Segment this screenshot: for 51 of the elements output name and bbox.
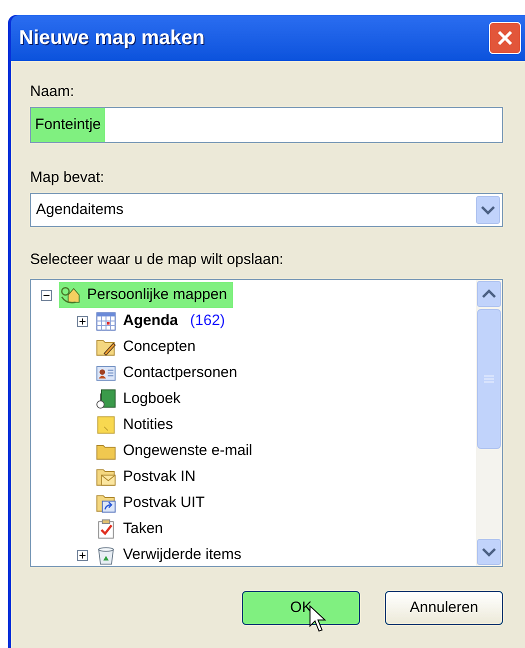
folder-arrow-icon bbox=[95, 492, 117, 514]
tree-item[interactable]: Postvak IN bbox=[95, 464, 202, 490]
tree-item[interactable]: Agenda (162) bbox=[95, 308, 232, 334]
field-value: Fonteintje bbox=[31, 108, 105, 142]
expand-icon[interactable] bbox=[76, 316, 88, 326]
tree-item[interactable]: Persoonlijke mappen bbox=[59, 282, 234, 308]
clipboard-check-icon bbox=[95, 518, 117, 540]
name-input-field[interactable]: Fonteintje bbox=[30, 107, 503, 143]
close-button[interactable] bbox=[489, 22, 521, 54]
field-label: Map bevat: bbox=[30, 168, 106, 188]
tree-item-label: Ongewenste e-mail bbox=[123, 440, 252, 461]
item-count: (162) bbox=[190, 310, 226, 331]
contents-dropdown[interactable]: Agendaitems bbox=[30, 193, 503, 227]
tree-item-label: Postvak IN bbox=[123, 466, 196, 487]
people-house-icon bbox=[59, 284, 81, 306]
cancel-button[interactable]: Annuleren bbox=[385, 591, 503, 625]
dropdown-value: Agendaitems bbox=[36, 200, 124, 220]
tree-item-label: Contactpersonen bbox=[123, 362, 238, 383]
mouse-pointer-icon bbox=[309, 605, 327, 633]
tree-item-label: Taken bbox=[123, 518, 164, 539]
field-label: Naam: bbox=[30, 82, 76, 102]
folder-envelope-icon bbox=[95, 466, 117, 488]
tree-label: Selecteer waar u de map wilt opslaan: bbox=[30, 250, 284, 270]
tree-item[interactable]: Concepten bbox=[95, 334, 202, 360]
close-icon bbox=[496, 29, 514, 47]
tree-item[interactable]: Ongewenste e-mail bbox=[95, 438, 258, 464]
scroll-down-icon[interactable] bbox=[477, 539, 501, 565]
tree-item[interactable]: Taken bbox=[95, 516, 170, 542]
note-icon bbox=[95, 414, 117, 436]
scroll-thumb[interactable] bbox=[477, 309, 501, 449]
tree-item[interactable]: Logboek bbox=[95, 386, 187, 412]
calendar-icon bbox=[95, 310, 117, 332]
tree-item-label: Notities bbox=[123, 414, 174, 435]
tree-item-label: Verwijderde items bbox=[123, 544, 242, 565]
expand-icon[interactable] bbox=[76, 550, 88, 560]
tree-item[interactable]: Postvak UIT bbox=[95, 490, 211, 516]
window-title: Nieuwe map maken bbox=[19, 26, 205, 51]
ok-button[interactable]: OK bbox=[242, 591, 360, 625]
scroll-up-icon[interactable] bbox=[477, 281, 501, 307]
tree-item-label: Logboek bbox=[123, 388, 181, 409]
tree-item-label: Persoonlijke mappen bbox=[87, 284, 228, 305]
grip-icon bbox=[484, 375, 494, 383]
tree-item-label: Agenda bbox=[123, 310, 178, 331]
tree-item[interactable]: Verwijderde items bbox=[95, 542, 248, 566]
tree-item-label: Postvak UIT bbox=[123, 492, 205, 513]
collapse-icon[interactable] bbox=[40, 290, 52, 300]
tree-item[interactable]: Contactpersonen bbox=[95, 360, 244, 386]
tree-item-label: Concepten bbox=[123, 336, 196, 357]
notebook-clock-icon bbox=[95, 388, 117, 410]
tree-item[interactable]: Notities bbox=[95, 412, 180, 438]
scrollbar[interactable] bbox=[476, 280, 502, 566]
